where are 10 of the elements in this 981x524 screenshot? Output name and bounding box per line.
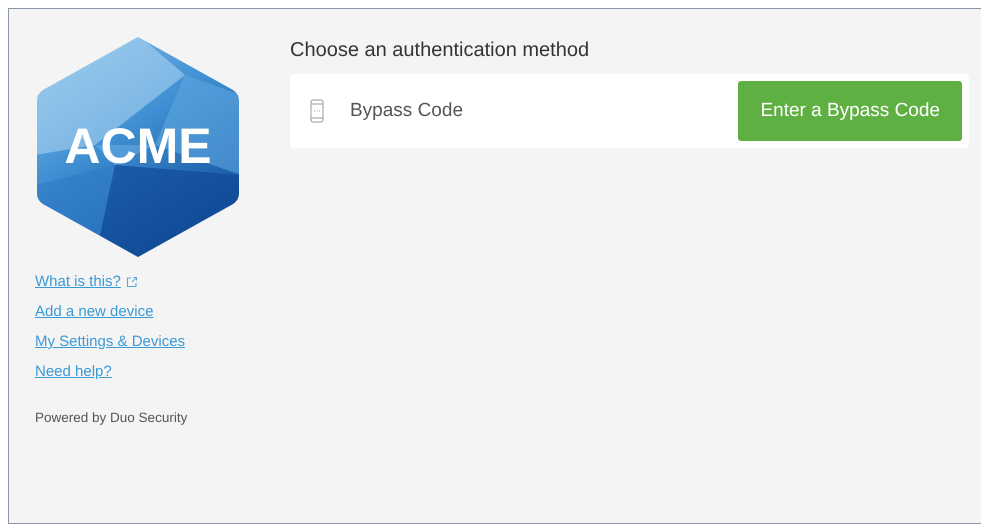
help-link[interactable]: My Settings & Devices (35, 333, 186, 350)
help-link[interactable]: What is this? (35, 273, 121, 290)
heading: Choose an authentication method (290, 39, 590, 62)
logo-text: ACME (64, 118, 212, 174)
phone-icon (310, 99, 324, 123)
powered-by-text: Powered by Duo Security (35, 410, 188, 425)
help-link[interactable]: Need help? (35, 363, 112, 380)
help-link[interactable]: Add a new device (35, 303, 154, 320)
method-label: Bypass Code (350, 100, 464, 122)
enter-bypass-code-button[interactable]: Enter a Bypass Code (738, 81, 962, 141)
